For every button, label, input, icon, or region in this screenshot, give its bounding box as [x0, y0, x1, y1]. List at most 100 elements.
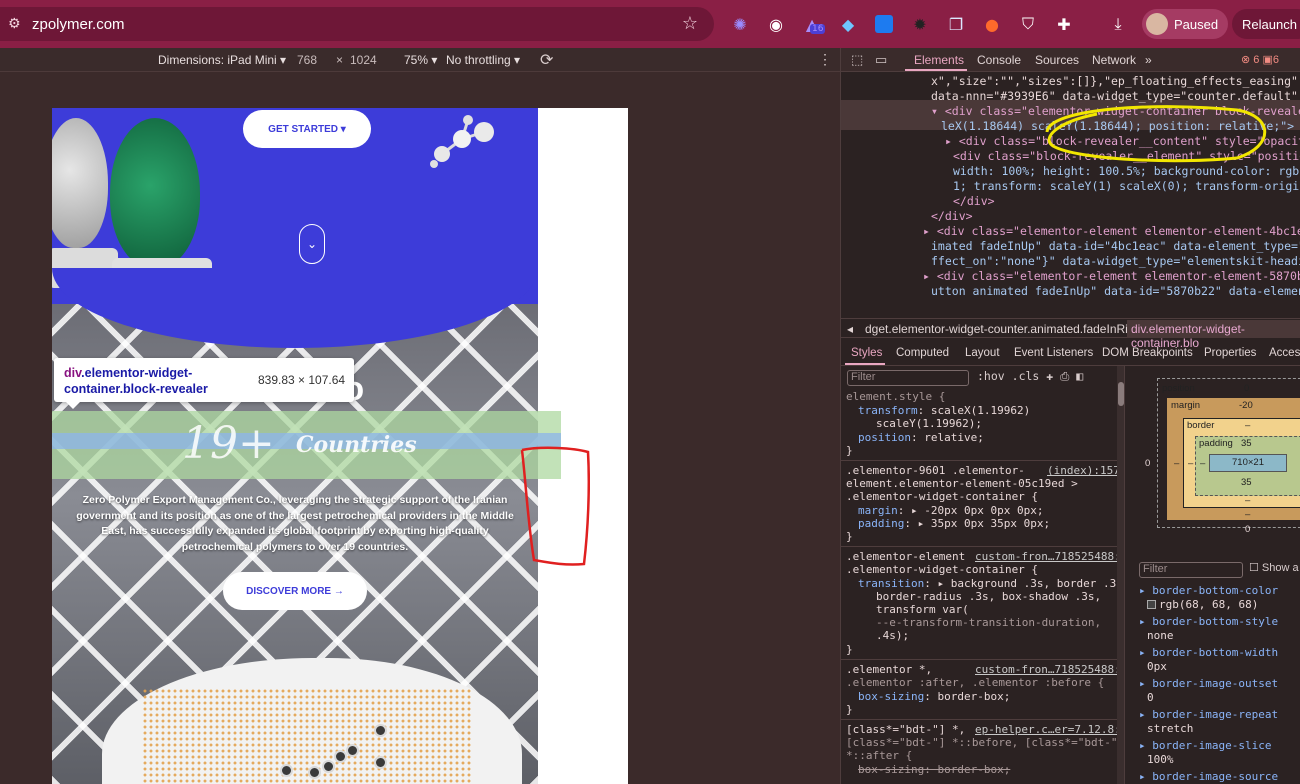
- discover-more-button[interactable]: DISCOVER MORE →: [223, 572, 367, 610]
- styles-scrollbar[interactable]: [1117, 366, 1124, 784]
- box-content-size[interactable]: 710×21: [1209, 454, 1287, 472]
- device-width-input[interactable]: 768: [297, 53, 317, 67]
- computed-property[interactable]: ▸ border-image-slice: [1139, 739, 1271, 752]
- extension-trello-icon[interactable]: [872, 12, 896, 36]
- computed-property[interactable]: ▸ border-image-repeat: [1139, 708, 1278, 721]
- profile-label: Paused: [1174, 16, 1219, 32]
- style-rule-selector[interactable]: .elementor-9601 .elementor-: [846, 464, 1025, 477]
- computed-property[interactable]: ▸ border-bottom-color: [1139, 584, 1278, 597]
- extension-record-icon[interactable]: ●: [980, 12, 1004, 36]
- box-margin-bottom[interactable]: –: [1245, 509, 1250, 520]
- extension-gear-icon[interactable]: ✹: [908, 12, 932, 36]
- tab-elements[interactable]: Elements: [914, 53, 964, 67]
- computed-property[interactable]: ▸ border-bottom-style: [1139, 615, 1278, 628]
- style-rule-selector[interactable]: [class*="bdt-"] *,: [846, 723, 965, 736]
- style-declaration[interactable]: transform: scaleX(1.19962): [858, 404, 1030, 417]
- tab-computed[interactable]: Computed: [896, 347, 949, 359]
- extension-copy-icon[interactable]: ❐: [944, 12, 968, 36]
- box-border-left[interactable]: –: [1188, 458, 1193, 469]
- box-padding-left[interactable]: –: [1200, 458, 1205, 469]
- tab-styles[interactable]: Styles: [851, 347, 882, 359]
- breadcrumb-scroll-left-icon[interactable]: ◂: [847, 322, 853, 336]
- more-options-icon[interactable]: ⋮: [818, 51, 832, 68]
- scroll-down-indicator[interactable]: ⌄: [299, 224, 325, 264]
- style-source-link[interactable]: custom-fron…718525488:1: [975, 550, 1124, 563]
- box-position-value[interactable]: 0: [1244, 383, 1249, 394]
- tab-event-listeners[interactable]: Event Listeners: [1014, 347, 1093, 359]
- dom-line[interactable]: </div>: [931, 209, 973, 224]
- extension-camera-icon[interactable]: ◉: [764, 12, 788, 36]
- extension-flower-icon[interactable]: ✺: [728, 12, 752, 36]
- box-padding-bottom[interactable]: 35: [1241, 477, 1252, 488]
- inspect-element-icon[interactable]: ⬚: [851, 52, 863, 68]
- device-dimensions-select[interactable]: Dimensions: iPad Mini ▾: [158, 53, 286, 67]
- style-rule-selector[interactable]: element.style {: [846, 390, 945, 403]
- address-bar[interactable]: ⚙ zpolymer.com ☆: [0, 7, 714, 41]
- style-rule-selector: [class*="bdt-"] *::before, [class*="bdt-…: [846, 736, 1125, 749]
- tab-dom-breakpoints[interactable]: DOM Breakpoints: [1102, 347, 1193, 359]
- dom-line[interactable]: x","size":"","sizes":[]},"ep_floating_ef…: [931, 74, 1300, 89]
- device-toggle-icon[interactable]: ▭: [875, 52, 887, 68]
- dom-line[interactable]: utton animated fadeInUp" data-id="5870b2…: [931, 284, 1300, 299]
- bookmark-star-icon[interactable]: ☆: [682, 13, 698, 34]
- zoom-select[interactable]: 75% ▾: [404, 53, 437, 67]
- error-count-badge[interactable]: ⊗ 6 ▣6: [1241, 53, 1279, 66]
- style-declaration[interactable]: margin: ▸ -20px 0px 0px 0px;: [858, 504, 1043, 517]
- style-rule-selector[interactable]: .elementor *,: [846, 663, 932, 676]
- dom-line[interactable]: imated fadeInUp" data-id="4bc1eac" data-…: [931, 239, 1300, 254]
- tab-accessibility[interactable]: Access: [1269, 347, 1300, 359]
- style-source-link[interactable]: (index):157: [1047, 464, 1120, 477]
- style-source-link[interactable]: ep-helper.c…er=7.12.8:1: [975, 723, 1124, 736]
- profile-button[interactable]: Paused: [1142, 9, 1228, 39]
- computed-filter-input[interactable]: Filter: [1139, 562, 1243, 578]
- rule-separator: [841, 460, 1117, 461]
- box-border-value[interactable]: –: [1245, 420, 1250, 431]
- box-border-bottom[interactable]: –: [1245, 495, 1250, 506]
- computed-property[interactable]: ▸ border-bottom-width: [1139, 646, 1278, 659]
- rotate-icon[interactable]: ⟳: [540, 50, 553, 70]
- style-declaration[interactable]: position: relative;: [858, 431, 984, 444]
- dom-line[interactable]: ▸ <div class="elementor-element elemento…: [923, 224, 1300, 239]
- styles-filter-input[interactable]: Filter: [847, 370, 969, 386]
- relaunch-button[interactable]: Relaunch to: [1232, 9, 1300, 39]
- dom-line[interactable]: ffect_on":"none"}" data-widget_type="ele…: [931, 254, 1300, 269]
- box-margin-left[interactable]: –: [1174, 458, 1179, 469]
- tab-sources[interactable]: Sources: [1035, 53, 1079, 67]
- extension-badge-icon[interactable]: ▲16: [800, 12, 826, 36]
- style-declaration[interactable]: padding: ▸ 35px 0px 35px 0px;: [858, 517, 1050, 530]
- device-height-input[interactable]: 1024: [350, 53, 377, 67]
- box-padding-top[interactable]: 35: [1241, 438, 1252, 449]
- dom-line[interactable]: ▸ <div class="elementor-element elemento…: [923, 269, 1300, 284]
- download-icon[interactable]: ⤓: [1106, 12, 1130, 36]
- tab-properties[interactable]: Properties: [1204, 347, 1256, 359]
- style-declaration[interactable]: box-sizing: border-box;: [858, 690, 1010, 703]
- style-declaration[interactable]: transition: ▸ background .3s, border .3s…: [858, 577, 1124, 590]
- breadcrumb-item-active[interactable]: div.elementor-widget-container.blo: [1127, 320, 1300, 350]
- throttling-select[interactable]: No throttling ▾: [446, 53, 520, 67]
- style-rule-selector[interactable]: .elementor-element: [846, 550, 965, 563]
- breadcrumb-item[interactable]: dget.elementor-widget-counter.animated.f…: [865, 322, 1145, 336]
- style-source-link[interactable]: custom-fron…718525488:1: [975, 663, 1124, 676]
- extension-globe-icon[interactable]: ◆: [836, 12, 860, 36]
- box-position-bottom[interactable]: 0: [1245, 524, 1250, 535]
- dom-line[interactable]: </div>: [953, 194, 995, 209]
- tab-network[interactable]: Network: [1092, 53, 1136, 67]
- extension-shield-icon[interactable]: ⛉: [1016, 12, 1040, 36]
- get-started-button[interactable]: GET STARTED ▾: [243, 110, 371, 148]
- pseudo-state-toggles[interactable]: :hov .cls ✚ ⎙ ◧: [977, 369, 1083, 383]
- dom-line[interactable]: 1; transform: scaleY(1) scaleX(0); trans…: [953, 179, 1300, 194]
- show-all-checkbox[interactable]: ☐ Show a: [1249, 562, 1299, 575]
- color-swatch[interactable]: [1147, 600, 1156, 609]
- computed-property[interactable]: ▸ border-image-source: [1139, 770, 1278, 783]
- dom-line[interactable]: width: 100%; height: 100.5%; background-…: [953, 164, 1300, 179]
- site-settings-icon[interactable]: ⚙: [8, 16, 24, 32]
- more-tabs-icon[interactable]: »: [1145, 53, 1152, 67]
- tab-layout[interactable]: Layout: [965, 347, 1000, 359]
- scrollbar-thumb[interactable]: [1118, 382, 1124, 406]
- extensions-puzzle-icon[interactable]: ✚: [1052, 12, 1076, 36]
- style-declaration-overridden[interactable]: box-sizing: border-box;: [858, 763, 1010, 776]
- box-left-value[interactable]: 0: [1145, 458, 1150, 469]
- computed-property[interactable]: ▸ border-image-outset: [1139, 677, 1278, 690]
- box-margin-top[interactable]: -20: [1239, 400, 1253, 411]
- tab-console[interactable]: Console: [977, 53, 1021, 67]
